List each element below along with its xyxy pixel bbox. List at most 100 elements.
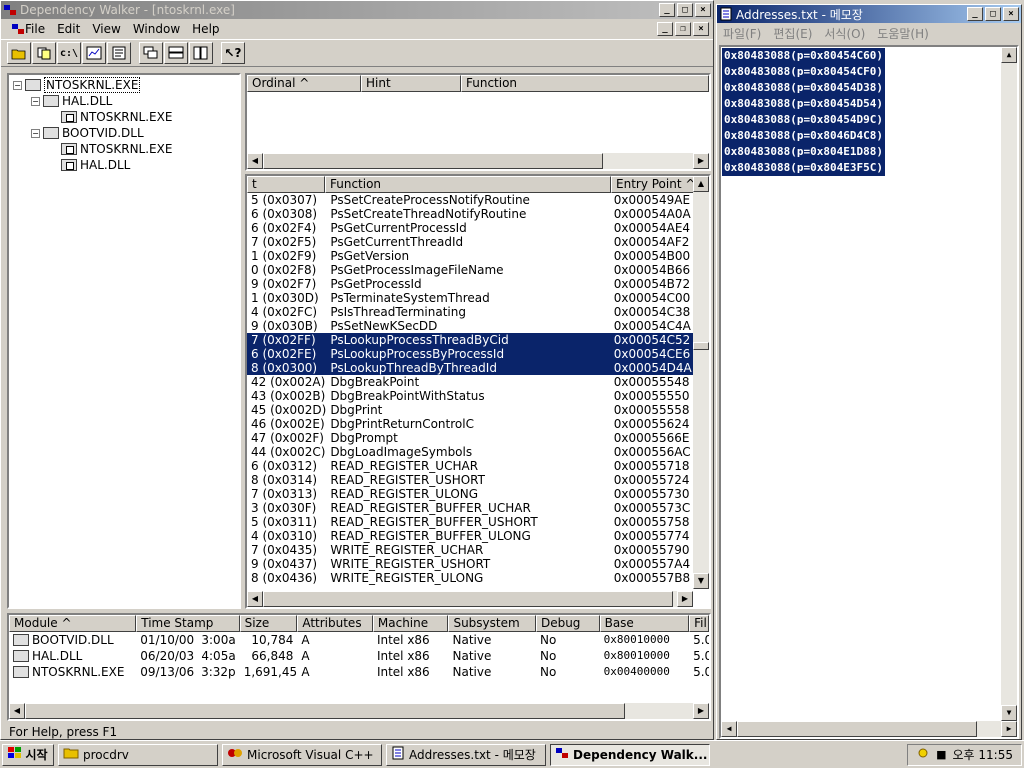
table-row[interactable]: 7 (0x02F5) PsGetCurrentThreadId 0x00054AF2 <box>247 235 693 249</box>
notepad-text-area[interactable]: 0x80483088(p=0x80454C60) 0x80483088(p=0x8… <box>719 45 1019 739</box>
tree-node[interactable]: − BOOTVID.DLL <box>31 125 144 141</box>
mdi-minimize-button[interactable]: _ <box>657 22 673 36</box>
table-row[interactable]: HAL.DLL 06/20/03 4:05a 66,848 A Intel x86 Nati… <box>9 648 709 664</box>
table-row[interactable]: 5 (0x0311) READ_REGISTER_BUFFER_USHORT 0x0… <box>247 515 693 529</box>
scroll-thumb[interactable] <box>263 153 603 169</box>
notepad-hscrollbar[interactable]: ◀ ▶ <box>721 721 1017 737</box>
mdi-close-button[interactable]: × <box>693 22 709 36</box>
table-row[interactable]: 8 (0x0436) WRITE_REGISTER_ULONG 0x000557B8 <box>247 571 693 585</box>
task-procdrv[interactable]: procdrv <box>58 743 218 766</box>
table-row[interactable]: 44 (0x002C) DbgLoadImageSymbols 0x000556AC <box>247 445 693 459</box>
table-row[interactable]: 43 (0x002B) DbgBreakPointWithStatus 0x0005… <box>247 389 693 403</box>
table-row[interactable]: 0 (0x02F8) PsGetProcessImageFileName 0x000… <box>247 263 693 277</box>
task-visual-cpp[interactable]: Microsoft Visual C++ <box>222 743 382 766</box>
scroll-up-arrow-icon[interactable]: ▲ <box>693 176 709 192</box>
table-row[interactable]: NTOSKRNL.EXE 09/13/06 3:32p 1,691,456A Intel… <box>9 664 709 680</box>
col-attributes[interactable]: Attributes <box>297 615 373 632</box>
context-help-icon[interactable]: ↖? <box>221 42 245 64</box>
scroll-thumb[interactable] <box>263 591 673 607</box>
menu-format[interactable]: 서식(O) <box>818 25 871 42</box>
properties-icon[interactable] <box>107 42 131 64</box>
table-row[interactable]: 4 (0x0310) READ_REGISTER_BUFFER_ULONG 0x00… <box>247 529 693 543</box>
col-hint[interactable]: Hint <box>361 75 461 92</box>
scroll-thumb[interactable] <box>693 342 709 350</box>
close-button[interactable]: × <box>695 3 711 17</box>
maximize-button[interactable]: □ <box>677 3 693 17</box>
table-row[interactable]: 9 (0x02F7) PsGetProcessId 0x00054B72 <box>247 277 693 291</box>
menu-help[interactable]: Help <box>186 22 225 36</box>
mdi-restore-button[interactable]: ❐ <box>675 22 691 36</box>
tree-node[interactable]: NTOSKRNL.EXE <box>49 109 172 125</box>
col-machine[interactable]: Machine <box>372 615 449 632</box>
col-base[interactable]: Base <box>599 615 690 632</box>
scroll-thumb[interactable] <box>25 703 625 719</box>
full-paths-icon[interactable]: c:\ <box>57 42 81 64</box>
exports-vscrollbar[interactable]: ▲ ▼ <box>693 176 709 589</box>
col-function[interactable]: Function <box>461 75 709 92</box>
scroll-left-arrow-icon[interactable]: ◀ <box>247 153 263 169</box>
notepad-titlebar[interactable]: Addresses.txt - 메모장 _ □ × <box>717 5 1021 23</box>
menu-edit[interactable]: Edit <box>51 22 86 36</box>
table-row[interactable]: 8 (0x0314) READ_REGISTER_USHORT 0x00055724 <box>247 473 693 487</box>
tree-node[interactable]: HAL.DLL <box>49 157 130 173</box>
task-dependency-walker[interactable]: Dependency Walk... <box>550 743 710 766</box>
menu-window[interactable]: Window <box>127 22 186 36</box>
table-row[interactable]: 42 (0x002A) DbgBreakPoint 0x00055548 <box>247 375 693 389</box>
menu-edit[interactable]: 편집(E) <box>767 25 818 42</box>
table-row[interactable]: 7 (0x0313) READ_REGISTER_ULONG 0x00055730 <box>247 487 693 501</box>
table-row[interactable]: 6 (0x0312) READ_REGISTER_UCHAR 0x00055718 <box>247 459 693 473</box>
tree-node[interactable]: − HAL.DLL <box>31 93 112 109</box>
clock[interactable]: 오후 11:55 <box>953 746 1013 763</box>
scroll-right-arrow-icon[interactable]: ▶ <box>1001 721 1017 737</box>
tree-collapse-icon[interactable]: − <box>31 128 40 138</box>
table-row[interactable]: 9 (0x0437) WRITE_REGISTER_USHORT 0x000557A… <box>247 557 693 571</box>
col-entry-point[interactable]: Entry Point ^ <box>611 176 695 193</box>
tree-collapse-icon[interactable]: − <box>13 80 22 90</box>
start-button[interactable]: 시작 <box>2 743 54 766</box>
imports-hscrollbar[interactable]: ◀ ▶ <box>247 153 709 169</box>
col-timestamp[interactable]: Time Stamp <box>136 615 240 632</box>
module-list-pane[interactable]: Module ^ Time Stamp Size Attributes Mach… <box>7 613 711 721</box>
scroll-up-arrow-icon[interactable]: ▲ <box>1001 47 1017 63</box>
menu-view[interactable]: View <box>86 22 126 36</box>
tree-node[interactable]: NTOSKRNL.EXE <box>49 141 172 157</box>
scroll-down-arrow-icon[interactable]: ▼ <box>693 573 709 589</box>
menu-file[interactable]: 파일(F) <box>717 25 767 42</box>
maximize-button[interactable]: □ <box>985 7 1001 21</box>
cascade-icon[interactable] <box>139 42 163 64</box>
col-debug[interactable]: Debug <box>535 615 600 632</box>
notepad-vscrollbar[interactable]: ▲ ▼ <box>1001 47 1017 721</box>
table-row[interactable]: 7 (0x02FF) PsLookupProcessThreadByCid 0x00… <box>247 333 693 347</box>
copy-icon[interactable] <box>32 42 56 64</box>
table-row[interactable]: 7 (0x0435) WRITE_REGISTER_UCHAR 0x00055790 <box>247 543 693 557</box>
table-row[interactable]: BOOTVID.DLL 01/10/00 3:00a 10,784 A Intel x86… <box>9 632 709 648</box>
col-file-ver[interactable]: Fil <box>689 615 709 632</box>
table-row[interactable]: 47 (0x002F) DbgPrompt 0x0005566E <box>247 431 693 445</box>
scroll-left-arrow-icon[interactable]: ◀ <box>721 721 737 737</box>
mdi-doc-icon[interactable] <box>5 22 24 36</box>
col-size[interactable]: Size <box>239 615 298 632</box>
depwalker-titlebar[interactable]: Dependency Walker - [ntoskrnl.exe] _ □ × <box>1 1 713 19</box>
col-subsystem[interactable]: Subsystem <box>448 615 536 632</box>
scroll-right-arrow-icon[interactable]: ▶ <box>677 591 693 607</box>
scroll-left-arrow-icon[interactable]: ◀ <box>247 591 263 607</box>
close-button[interactable]: × <box>1003 7 1019 21</box>
scroll-right-arrow-icon[interactable]: ▶ <box>693 153 709 169</box>
scroll-thumb[interactable] <box>737 721 977 737</box>
table-row[interactable]: 3 (0x030F) READ_REGISTER_BUFFER_UCHAR 0x00… <box>247 501 693 515</box>
tree-collapse-icon[interactable]: − <box>31 96 40 106</box>
minimize-button[interactable]: _ <box>967 7 983 21</box>
table-row[interactable]: 5 (0x0307) PsSetCreateProcessNotifyRoutin… <box>247 193 693 207</box>
col-function[interactable]: Function <box>325 176 611 193</box>
ime-icon[interactable]: ■ <box>936 748 946 761</box>
scroll-down-arrow-icon[interactable]: ▼ <box>1001 705 1017 721</box>
table-row[interactable]: 46 (0x002E) DbgPrintReturnControlC 0x00055… <box>247 417 693 431</box>
task-notepad[interactable]: Addresses.txt - 메모장 <box>386 743 546 766</box>
exports-hscrollbar[interactable]: ◀ ▶ <box>247 591 693 607</box>
table-row[interactable]: 8 (0x0300) PsLookupThreadByThreadId 0x0005… <box>247 361 693 375</box>
table-row[interactable]: 6 (0x02FE) PsLookupProcessByProcessId 0x00… <box>247 347 693 361</box>
table-row[interactable]: 1 (0x030D) PsTerminateSystemThread 0x00054… <box>247 291 693 305</box>
scroll-left-arrow-icon[interactable]: ◀ <box>9 703 25 719</box>
table-row[interactable]: 1 (0x02F9) PsGetVersion 0x00054B00 <box>247 249 693 263</box>
menu-file[interactable]: File <box>19 22 51 36</box>
